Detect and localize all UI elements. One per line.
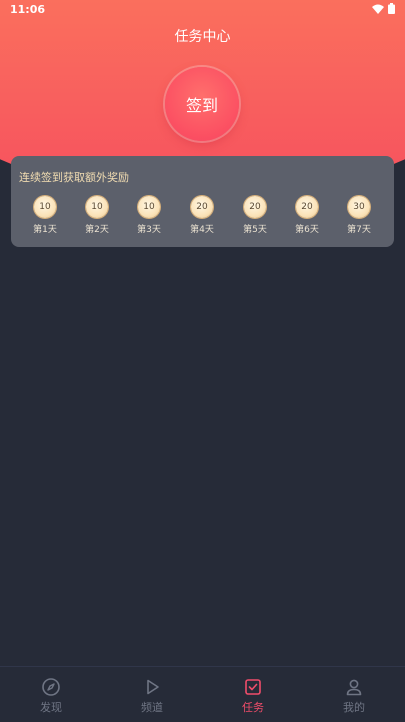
coin-icon: 10 [34, 196, 56, 218]
nav-item-discover[interactable]: 发现 [21, 677, 81, 715]
day-label: 第3天 [137, 225, 161, 235]
day-label: 第2天 [85, 225, 109, 235]
streak-reward-card: 连续签到获取额外奖励 10 第1天 10 第2天 10 第3天 20 第4天 2… [11, 156, 394, 247]
nav-item-tasks[interactable]: 任务 [223, 677, 283, 715]
bottom-nav: 发现 频道 任务 我的 [0, 666, 405, 722]
day-label: 第6天 [295, 225, 319, 235]
sign-in-label: 签到 [185, 96, 218, 115]
streak-days: 10 第1天 10 第2天 10 第3天 20 第4天 20 第5天 20 第6… [11, 196, 394, 242]
day-label: 第1天 [33, 225, 57, 235]
nav-label: 我的 [343, 701, 365, 714]
coin-icon: 10 [86, 196, 108, 218]
sign-in-button[interactable]: 签到 [165, 67, 239, 141]
wifi-icon [372, 4, 384, 14]
battery-icon [388, 3, 395, 14]
status-time: 11:06 [10, 3, 46, 16]
user-icon [346, 679, 362, 696]
streak-day-1: 10 第1天 [25, 196, 65, 235]
page-title: 任务中心 [174, 29, 231, 45]
coin-icon: 20 [191, 196, 213, 218]
day-label: 第4天 [190, 225, 214, 235]
nav-label: 发现 [40, 701, 62, 714]
streak-day-5: 20 第5天 [235, 196, 275, 235]
task-icon [245, 679, 261, 695]
play-icon [147, 679, 159, 695]
nav-item-channel[interactable]: 频道 [122, 677, 182, 715]
coin-icon: 10 [138, 196, 160, 218]
day-label: 第5天 [243, 225, 267, 235]
streak-day-6: 20 第6天 [287, 196, 327, 235]
status-icons [372, 3, 395, 14]
status-bar: 11:06 [0, 0, 405, 20]
streak-day-4: 20 第4天 [182, 196, 222, 235]
coin-icon: 30 [348, 196, 370, 218]
coin-icon: 20 [296, 196, 318, 218]
streak-day-3: 10 第3天 [129, 196, 169, 235]
streak-day-2: 10 第2天 [77, 196, 117, 235]
nav-label: 频道 [141, 701, 163, 714]
compass-icon [42, 678, 60, 696]
day-label: 第7天 [347, 225, 371, 235]
coin-icon: 20 [244, 196, 266, 218]
nav-label: 任务 [242, 701, 264, 714]
streak-day-7: 30 第7天 [339, 196, 379, 235]
streak-reward-title: 连续签到获取额外奖励 [19, 171, 129, 184]
nav-item-profile[interactable]: 我的 [324, 677, 384, 715]
